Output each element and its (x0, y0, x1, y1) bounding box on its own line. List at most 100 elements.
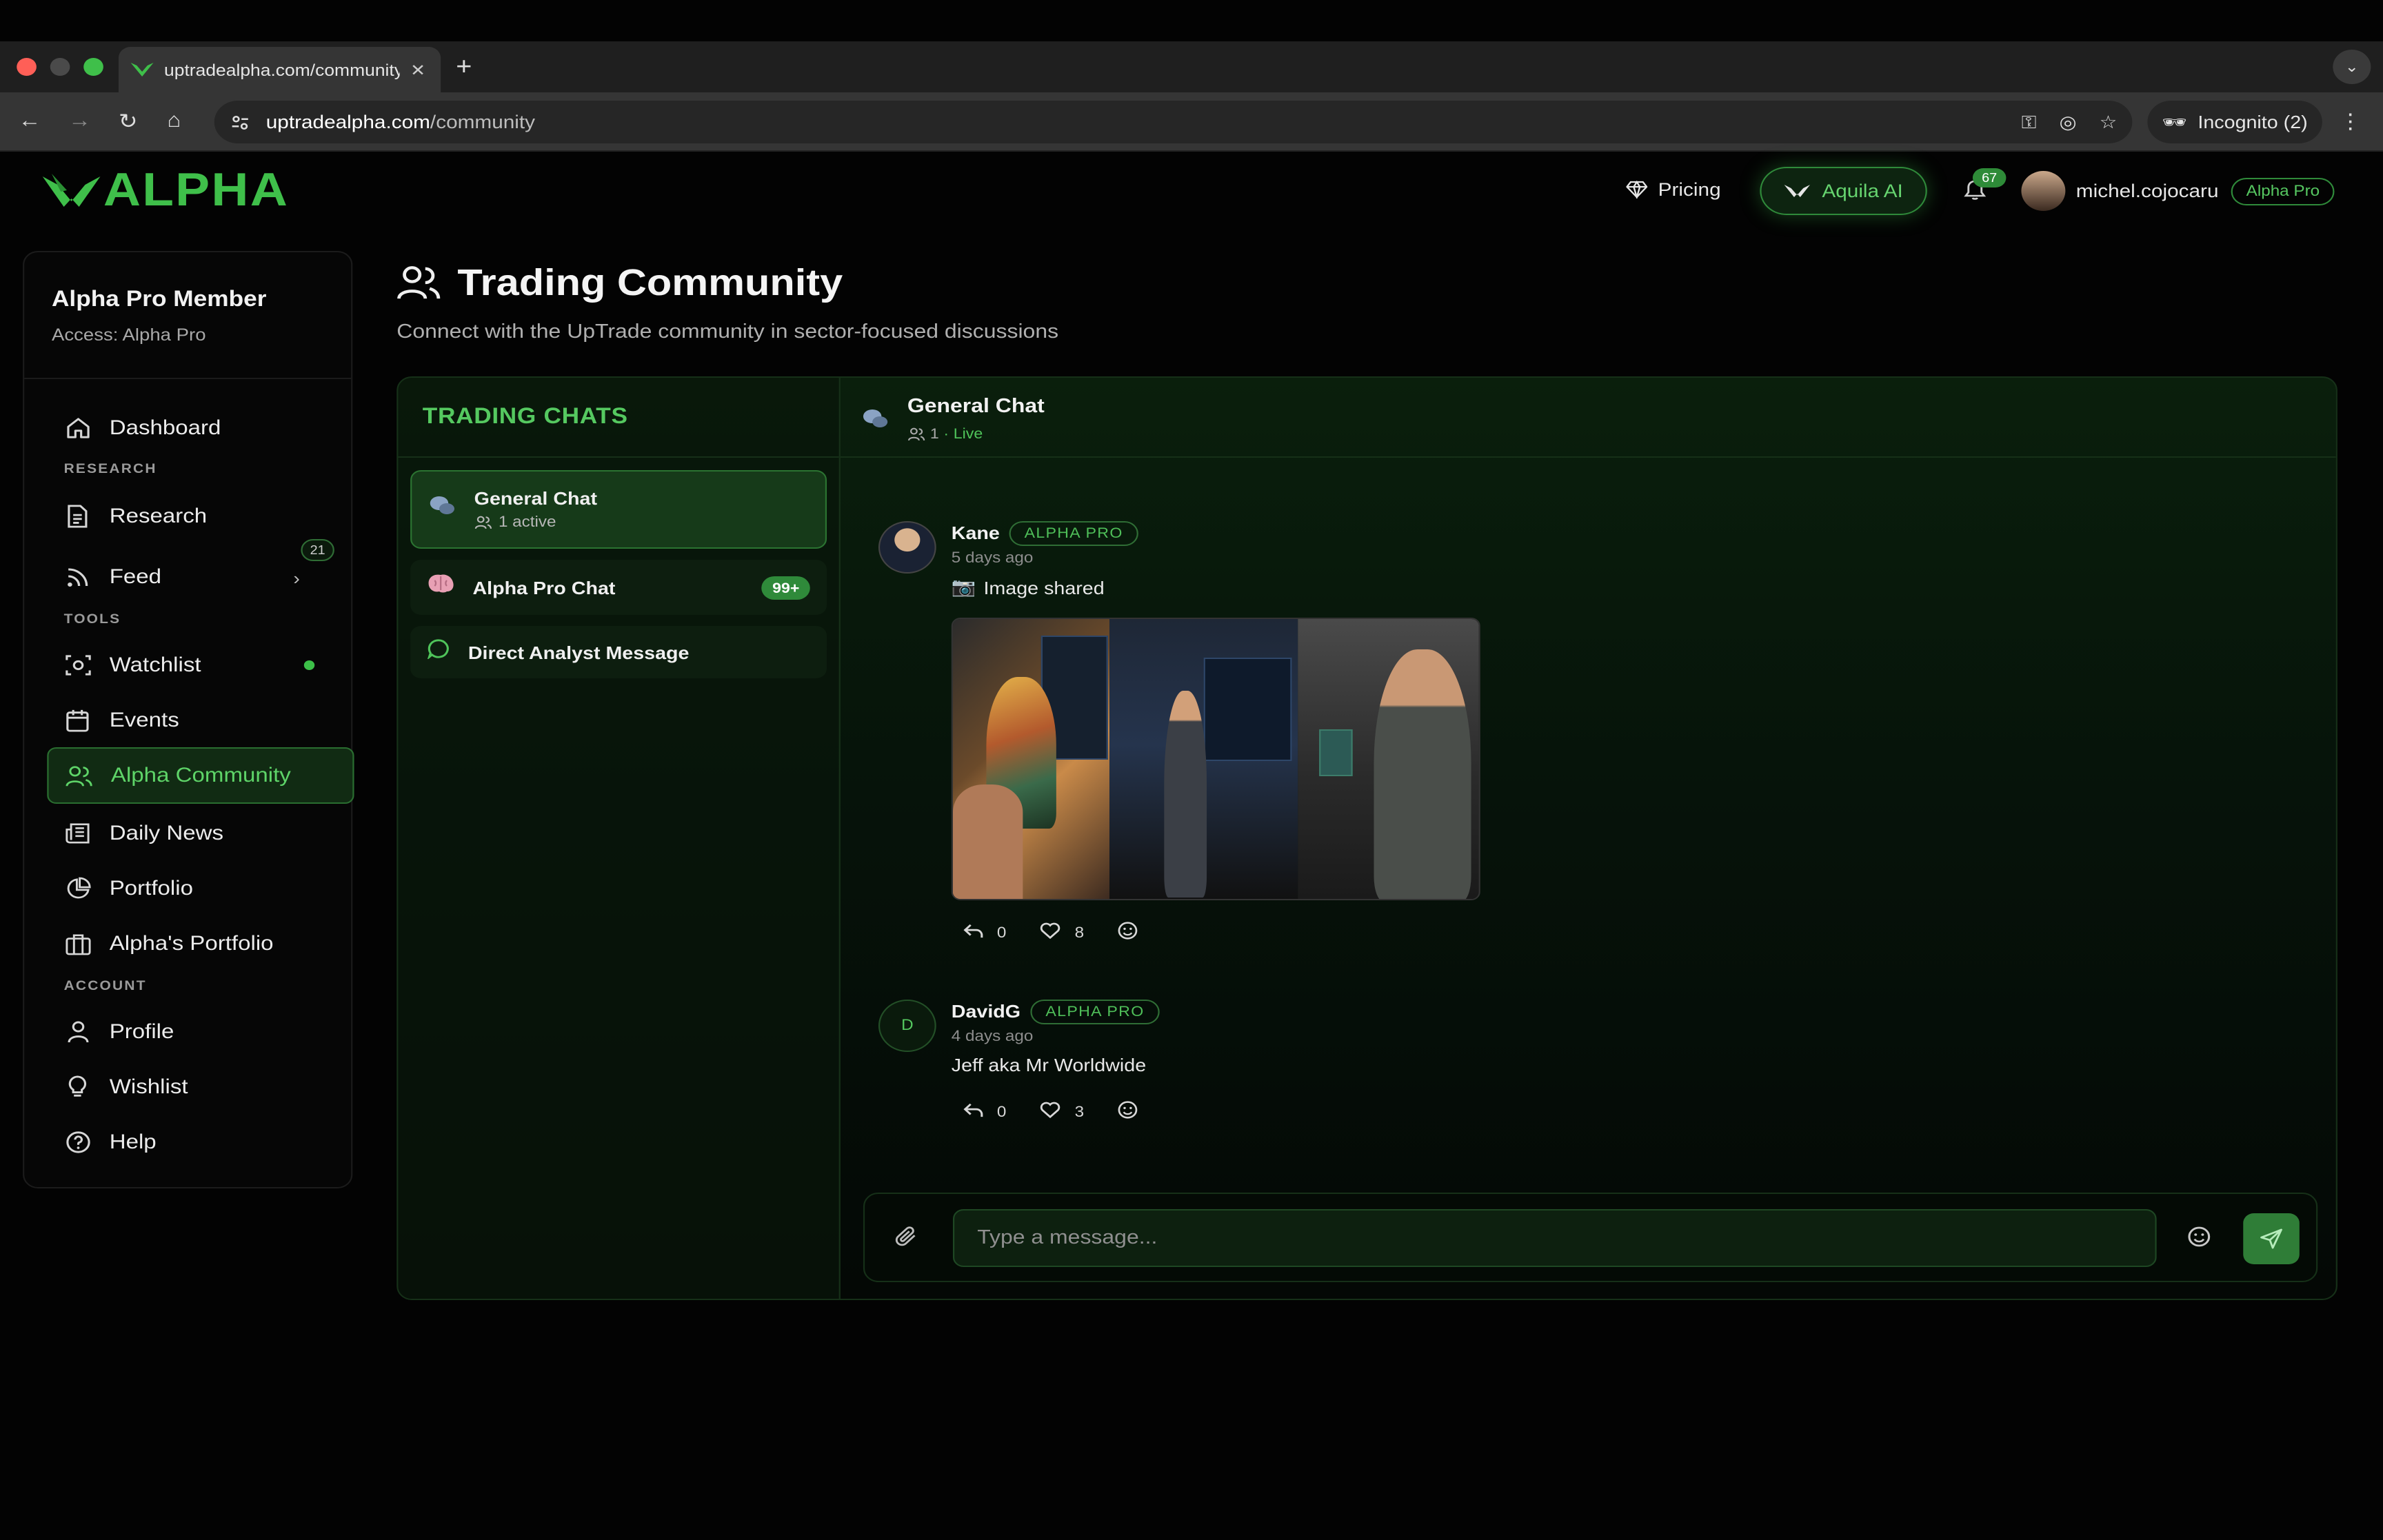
chat-list-heading: TRADING CHATS (398, 378, 839, 458)
author-tier-badge: ALPHA PRO (1030, 1000, 1160, 1024)
user-avatar[interactable] (2021, 171, 2066, 211)
conversation-title: General Chat (907, 396, 1045, 418)
sidebar-item-profile[interactable]: Profile (47, 1004, 354, 1060)
browser-menu-kebab-icon[interactable]: ⋮ (2339, 109, 2362, 134)
attach-paperclip-icon[interactable] (895, 1226, 918, 1255)
sidebar-item-research[interactable]: Research (47, 488, 354, 545)
membership-title: Alpha Pro Member (51, 288, 267, 312)
sidebar-item-label: Dashboard (109, 416, 221, 440)
shared-image[interactable] (951, 618, 1480, 900)
sidebar-item-label: Alpha's Portfolio (109, 932, 274, 955)
like-count: 8 (1074, 924, 1085, 941)
section-label-account: ACCOUNT (63, 979, 147, 994)
newspaper-icon (64, 821, 92, 846)
reply-icon[interactable] (963, 923, 983, 942)
author-avatar[interactable] (878, 521, 936, 574)
feed-count-badge: 21 (301, 539, 334, 561)
member-count: 1 (929, 426, 939, 443)
close-tab-icon[interactable]: ✕ (410, 60, 425, 79)
pricing-label: Pricing (1658, 179, 1721, 200)
sidebar-item-events[interactable]: Events (47, 692, 354, 749)
eagle-icon (1784, 185, 1810, 197)
heart-icon[interactable] (1040, 1102, 1061, 1122)
chat-name: Alpha Pro Chat (472, 577, 616, 598)
incognito-button[interactable]: 🕶 Incognito (2) (2147, 101, 2322, 143)
emoji-picker-icon[interactable] (2187, 1226, 2211, 1255)
add-reaction-emoji-icon[interactable] (1118, 921, 1139, 944)
incognito-icon: 🕶 (2162, 111, 2187, 132)
tab-search-chevron-icon[interactable]: ⌄ (2333, 50, 2371, 84)
sidebar-item-label: Research (109, 505, 208, 528)
pricing-link[interactable]: Pricing (1626, 179, 1721, 200)
browser-tab-strip: uptradealpha.com/community ✕ + ⌄ (0, 41, 2383, 92)
chat-name: Direct Analyst Message (467, 642, 690, 662)
rss-icon (64, 565, 92, 589)
unread-count-badge: 99+ (761, 576, 810, 600)
membership-card: Alpha Pro Member Access: Alpha Pro (24, 252, 352, 379)
sidebar-item-label: Watchlist (109, 654, 201, 677)
document-icon (64, 504, 92, 529)
maximize-window-button[interactable] (83, 58, 103, 76)
membership-access: Access: Alpha Pro (51, 325, 206, 345)
reply-count: 0 (996, 924, 1007, 941)
sidebar-item-daily-news[interactable]: Daily News (47, 805, 354, 862)
users-icon (907, 427, 925, 441)
calendar-icon (64, 708, 92, 733)
message-composer (863, 1193, 2318, 1282)
sidebar-item-label: Help (109, 1131, 157, 1154)
sidebar-item-portfolio[interactable]: Portfolio (47, 860, 354, 917)
password-key-icon[interactable]: ⚿ (2022, 111, 2037, 133)
sidebar-item-dashboard[interactable]: Dashboard (47, 400, 354, 456)
forward-arrow-icon[interactable]: → (68, 109, 91, 132)
reload-icon[interactable]: ↻ (119, 109, 138, 134)
reply-count: 0 (996, 1104, 1007, 1120)
heart-icon[interactable] (1040, 922, 1061, 943)
incognito-label: Incognito (2) (2198, 112, 2308, 132)
watchlist-status-dot (303, 660, 315, 670)
sidebar-item-help[interactable]: Help (47, 1114, 354, 1171)
add-reaction-emoji-icon[interactable] (1118, 1100, 1139, 1124)
close-window-button[interactable] (17, 58, 37, 76)
browser-tab[interactable]: uptradealpha.com/community ✕ (118, 47, 441, 92)
home-icon (64, 416, 92, 440)
chevron-right-icon[interactable]: › (293, 568, 300, 589)
community-panel: TRADING CHATS General Chat 1 active Alph… (396, 376, 2337, 1300)
sidebar-item-label: Feed (109, 565, 162, 589)
reply-icon[interactable] (963, 1102, 983, 1122)
send-button[interactable] (2243, 1213, 2300, 1264)
chat-item-direct-analyst[interactable]: Direct Analyst Message (410, 626, 827, 678)
section-label-tools: TOOLS (63, 612, 121, 627)
minimize-window-button[interactable] (50, 58, 70, 76)
user-icon (64, 1020, 92, 1044)
sidebar-item-wishlist[interactable]: Wishlist (47, 1059, 354, 1115)
username-label[interactable]: michel.cojocaru (2076, 181, 2219, 201)
chat-item-alpha-pro[interactable]: Alpha Pro Chat 99+ (410, 560, 827, 615)
diamond-icon (1626, 181, 1648, 199)
back-arrow-icon[interactable]: ← (18, 109, 41, 132)
tracking-protection-eye-icon[interactable]: ◎ (2060, 111, 2077, 133)
chat-name: General Chat (474, 488, 598, 509)
sidebar-item-alpha-community[interactable]: Alpha Community (47, 747, 354, 804)
speech-bubbles-icon (429, 495, 456, 524)
conversation-panel: General Chat 1 · Live Kane ALPHA PRO 5 d… (840, 378, 2336, 1299)
alpha-logo[interactable]: ALPHA (42, 164, 289, 218)
address-bar[interactable]: uptradealpha.com/community ⚿ ◎ ☆ (214, 101, 2133, 143)
message-time: 5 days ago (951, 550, 1034, 567)
home-icon[interactable]: ⌂ (167, 109, 181, 132)
author-name[interactable]: DavidG (952, 1001, 1020, 1022)
message-time: 4 days ago (951, 1029, 1034, 1045)
author-avatar[interactable]: D (878, 1000, 936, 1052)
users-icon (396, 265, 441, 307)
new-tab-button[interactable]: + (456, 52, 472, 81)
chat-active-count: 1 active (474, 514, 597, 531)
bookmark-star-icon[interactable]: ☆ (2100, 111, 2118, 133)
message-input[interactable] (952, 1209, 2157, 1267)
message-actions: 0 8 (963, 921, 1138, 944)
chat-item-general[interactable]: General Chat 1 active (410, 470, 827, 549)
chat-list-panel: TRADING CHATS General Chat 1 active Alph… (398, 378, 841, 1299)
author-name[interactable]: Kane (952, 523, 1000, 543)
sidebar-item-alphas-portfolio[interactable]: Alpha's Portfolio (47, 915, 354, 972)
aquila-ai-button[interactable]: Aquila AI (1760, 167, 1927, 215)
site-settings-icon[interactable] (230, 112, 251, 132)
eye-scan-icon (64, 653, 92, 678)
